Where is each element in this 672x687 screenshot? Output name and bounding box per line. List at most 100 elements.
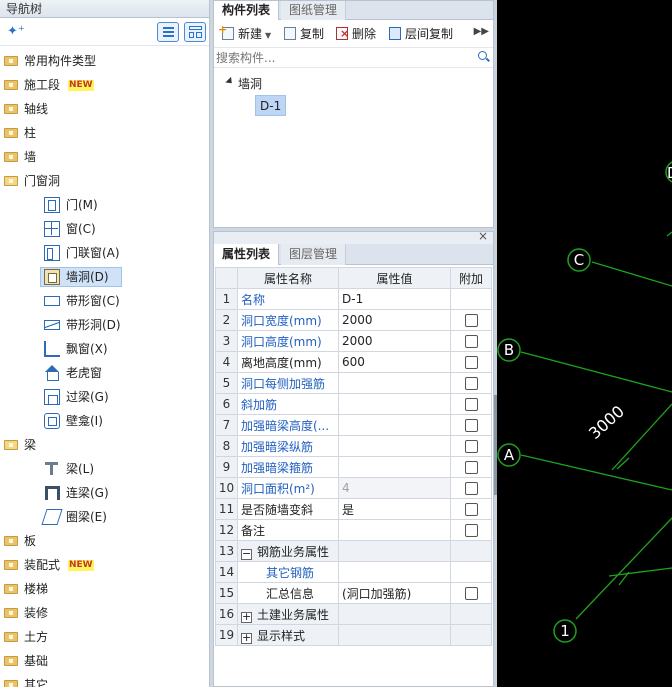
- property-row[interactable]: 12 备注: [215, 519, 492, 541]
- property-row[interactable]: 3 洞口高度(mm) 2000: [215, 330, 492, 352]
- property-value[interactable]: [338, 456, 451, 478]
- nav-subitem[interactable]: 老虎窗: [0, 362, 209, 384]
- property-value[interactable]: [338, 372, 451, 394]
- copy-button[interactable]: 复制: [284, 26, 324, 42]
- property-value[interactable]: [338, 624, 451, 646]
- property-value[interactable]: [338, 603, 451, 625]
- property-value[interactable]: [338, 414, 451, 436]
- property-row[interactable]: 8 加强暗梁纵筋: [215, 435, 492, 457]
- property-row[interactable]: 4 离地高度(mm) 600: [215, 351, 492, 373]
- nav-subitem[interactable]: 梁(L): [0, 458, 209, 480]
- component-item-d1[interactable]: D-1: [255, 95, 287, 116]
- extra-checkbox[interactable]: [464, 482, 478, 495]
- nav-category[interactable]: 板: [0, 530, 209, 552]
- nav-category[interactable]: 墙: [0, 146, 209, 168]
- floor-copy-button[interactable]: 层间复制: [389, 26, 453, 42]
- nav-subitem[interactable]: 窗(C): [0, 218, 209, 240]
- property-value[interactable]: [338, 435, 451, 457]
- tab-property-list[interactable]: 属性列表: [214, 244, 280, 265]
- property-row[interactable]: 2 洞口宽度(mm) 2000: [215, 309, 492, 331]
- property-group-name[interactable]: + 显示样式: [237, 624, 339, 646]
- extra-checkbox[interactable]: [464, 524, 478, 537]
- extra-checkbox[interactable]: [464, 503, 478, 516]
- cad-drawing-canvas[interactable]: C B A 1 D 3000: [497, 0, 672, 687]
- nav-category[interactable]: 土方: [0, 626, 209, 648]
- property-row[interactable]: 9 加强暗梁箍筋: [215, 456, 492, 478]
- component-group-wall-hole[interactable]: 墙洞: [238, 75, 262, 92]
- property-row[interactable]: 11 是否随墙变斜是: [215, 498, 492, 520]
- property-value[interactable]: [338, 393, 451, 415]
- nav-subitem[interactable]: 连梁(G): [0, 482, 209, 504]
- nav-category[interactable]: 梁: [0, 434, 209, 456]
- nav-category[interactable]: 楼梯: [0, 578, 209, 600]
- property-row[interactable]: 10 洞口面积(m²) 4: [215, 477, 492, 499]
- extra-checkbox[interactable]: [464, 461, 478, 474]
- property-value[interactable]: [338, 540, 451, 562]
- property-group-row[interactable]: 19 + 显示样式: [215, 624, 492, 646]
- grid-view-button[interactable]: [184, 22, 206, 42]
- nav-category[interactable]: 门窗洞: [0, 170, 209, 192]
- property-value[interactable]: [338, 561, 451, 583]
- tab-layer-management[interactable]: 图层管理: [281, 244, 347, 265]
- property-value[interactable]: 4: [338, 477, 451, 499]
- nav-category[interactable]: 施工段 NEW: [0, 74, 209, 96]
- toolbar-overflow-icon[interactable]: ▶▶: [474, 26, 489, 37]
- extra-checkbox[interactable]: [464, 356, 478, 369]
- nav-category[interactable]: 柱: [0, 122, 209, 144]
- property-extra: [450, 393, 492, 415]
- property-value[interactable]: 2000: [338, 309, 451, 331]
- sparkle-icon[interactable]: ✦⁺: [7, 24, 25, 39]
- dropdown-arrow-icon[interactable]: ▼: [265, 31, 271, 40]
- extra-checkbox[interactable]: [464, 419, 478, 432]
- extra-checkbox[interactable]: [464, 398, 478, 411]
- property-value[interactable]: D-1: [338, 288, 451, 310]
- nav-category[interactable]: 轴线: [0, 98, 209, 120]
- property-row[interactable]: 15 汇总信息 (洞口加强筋): [215, 582, 492, 604]
- nav-subitem[interactable]: 带形洞(D): [0, 314, 209, 336]
- property-value[interactable]: 2000: [338, 330, 451, 352]
- nav-subitem[interactable]: 带形窗(C): [0, 290, 209, 312]
- extra-checkbox[interactable]: [464, 440, 478, 453]
- nav-category[interactable]: 装修: [0, 602, 209, 624]
- property-group-row[interactable]: 16 + 土建业务属性: [215, 603, 492, 625]
- expand-icon[interactable]: +: [241, 632, 252, 644]
- nav-subitem[interactable]: 门联窗(A): [0, 242, 209, 264]
- nav-category[interactable]: 基础: [0, 650, 209, 672]
- property-row[interactable]: 14 其它钢筋: [215, 561, 492, 583]
- property-value[interactable]: (洞口加强筋): [338, 582, 451, 604]
- property-row[interactable]: 5 洞口每侧加强筋: [215, 372, 492, 394]
- expand-icon[interactable]: +: [241, 611, 252, 623]
- nav-category[interactable]: 常用构件类型: [0, 50, 209, 72]
- property-value[interactable]: 600: [338, 351, 451, 373]
- collapse-triangle-icon[interactable]: [225, 76, 235, 87]
- nav-subitem[interactable]: 墙洞(D): [0, 266, 209, 288]
- delete-button[interactable]: 删除: [336, 26, 376, 42]
- list-view-button[interactable]: [157, 22, 179, 42]
- extra-checkbox[interactable]: [464, 587, 478, 600]
- extra-checkbox[interactable]: [464, 335, 478, 348]
- nav-subitem[interactable]: 门(M): [0, 194, 209, 216]
- collapse-icon[interactable]: −: [241, 548, 252, 560]
- property-row[interactable]: 1 名称 D-1: [215, 288, 492, 310]
- tab-drawing-management[interactable]: 图纸管理: [281, 1, 347, 20]
- property-value[interactable]: [338, 519, 451, 541]
- nav-category[interactable]: 其它: [0, 674, 209, 687]
- nav-subitem[interactable]: 飘窗(X): [0, 338, 209, 360]
- property-group-name[interactable]: + 土建业务属性: [237, 603, 339, 625]
- close-icon[interactable]: ×: [478, 229, 488, 243]
- nav-subitem[interactable]: 圈梁(E): [0, 506, 209, 528]
- extra-checkbox[interactable]: [464, 377, 478, 390]
- search-icon[interactable]: [478, 51, 487, 60]
- new-button[interactable]: 新建▼: [218, 22, 271, 42]
- extra-checkbox[interactable]: [464, 314, 478, 327]
- property-group-name[interactable]: − 钢筋业务属性: [237, 540, 339, 562]
- nav-category[interactable]: 装配式 NEW: [0, 554, 209, 576]
- property-group-row[interactable]: 13− 钢筋业务属性: [215, 540, 492, 562]
- tab-component-list[interactable]: 构件列表: [214, 1, 280, 20]
- property-row[interactable]: 6 斜加筋: [215, 393, 492, 415]
- property-row[interactable]: 7 加强暗梁高度(...: [215, 414, 492, 436]
- property-value[interactable]: 是: [338, 498, 451, 520]
- nav-subitem[interactable]: 壁龛(I): [0, 410, 209, 432]
- component-search-input[interactable]: [216, 49, 472, 66]
- nav-subitem[interactable]: 过梁(G): [0, 386, 209, 408]
